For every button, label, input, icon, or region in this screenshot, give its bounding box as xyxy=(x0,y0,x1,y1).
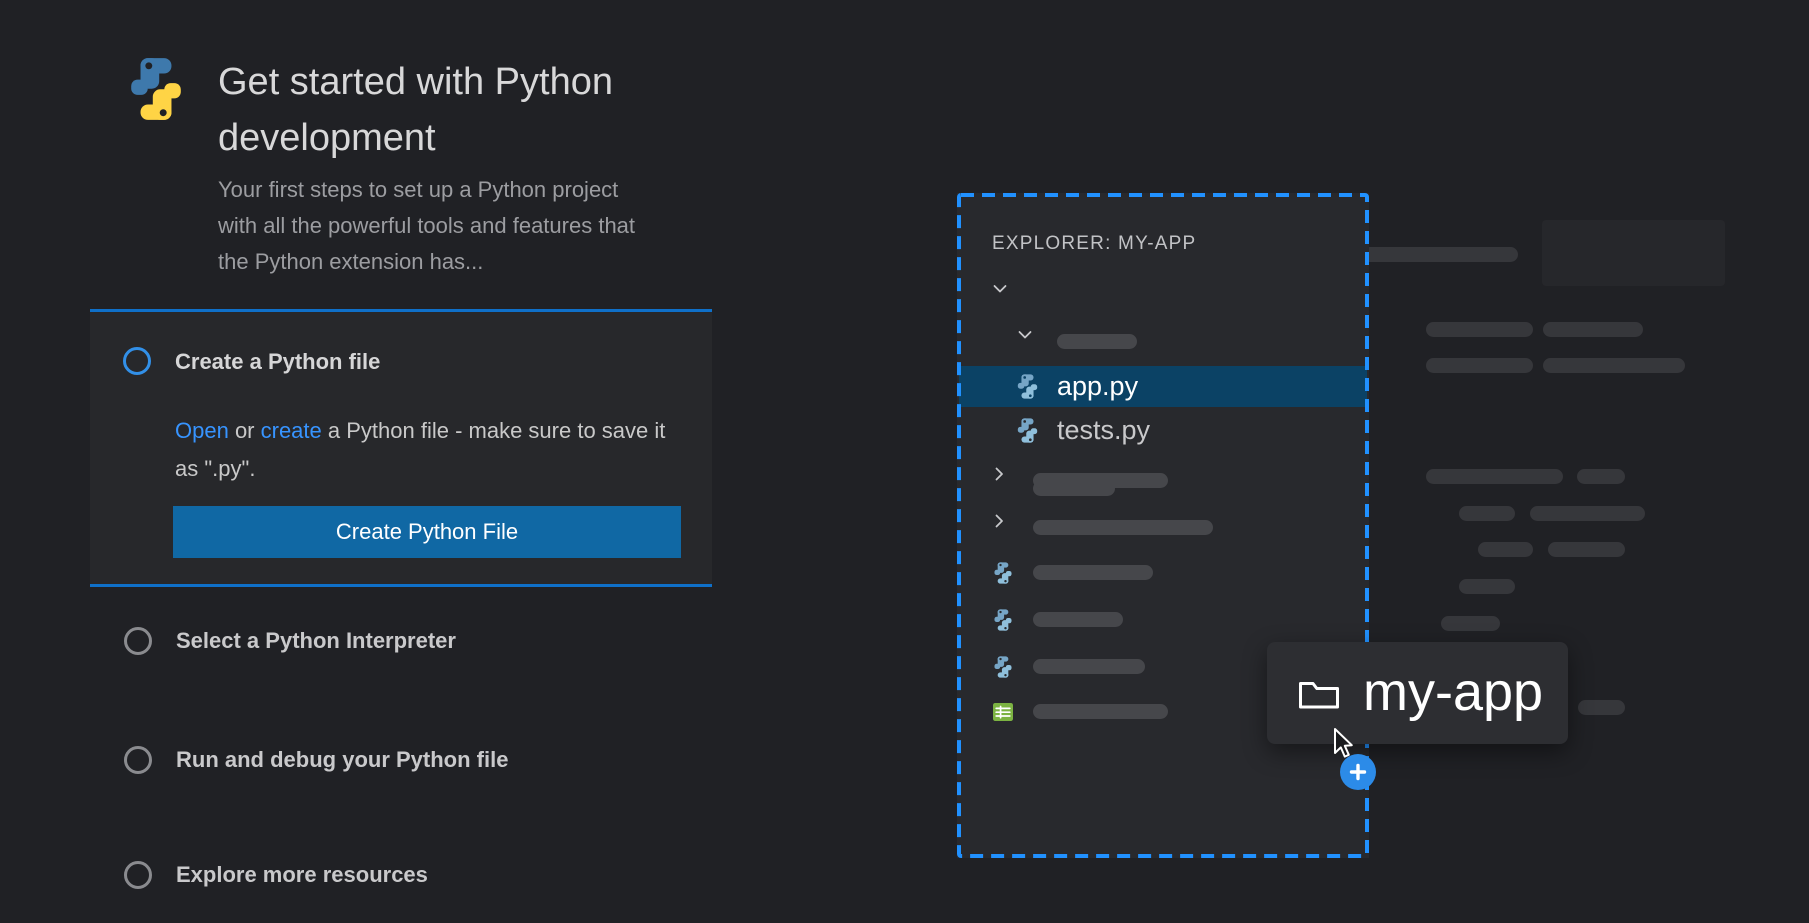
skeleton-bar xyxy=(1478,542,1533,557)
description-text: or xyxy=(229,418,261,443)
skeleton-bar xyxy=(1426,322,1533,337)
step-run-and-debug[interactable]: Run and debug your Python file xyxy=(124,746,508,774)
python-walkthrough-screen: Get started with Python development Your… xyxy=(0,0,1809,923)
step-radio xyxy=(124,627,152,655)
chevron-right-icon xyxy=(989,464,1009,484)
step-select-interpreter[interactable]: Select a Python Interpreter xyxy=(124,627,456,655)
explorer-header: EXPLORER: MY-APP xyxy=(992,233,1196,255)
skeleton-bar xyxy=(1033,473,1168,488)
skeleton-bar xyxy=(1057,334,1137,349)
skeleton-bar xyxy=(1033,659,1145,674)
open-link[interactable]: Open xyxy=(175,418,229,443)
step-create-python-file: Create a Python file Open or create a Py… xyxy=(90,309,712,587)
file-tests-py: tests.py xyxy=(1057,410,1150,451)
step-label: Run and debug your Python file xyxy=(176,747,508,773)
skeleton-block xyxy=(1542,220,1725,286)
explorer-panel: EXPLORER: MY-APP app.py tests.py xyxy=(957,193,1369,858)
step-explore-resources[interactable]: Explore more resources xyxy=(124,861,428,889)
skeleton-bar xyxy=(1441,616,1500,631)
python-file-icon xyxy=(1015,418,1040,443)
step-radio xyxy=(124,861,152,889)
skeleton-bar xyxy=(1459,579,1515,594)
create-link[interactable]: create xyxy=(261,418,322,443)
skeleton-bar xyxy=(1543,322,1643,337)
skeleton-bar xyxy=(1426,358,1533,373)
drag-tooltip-label: my-app xyxy=(1363,642,1543,744)
folder-icon xyxy=(1297,676,1341,712)
skeleton-bar xyxy=(1033,704,1168,719)
python-file-icon xyxy=(992,609,1014,631)
skeleton-bar xyxy=(1033,520,1213,535)
skeleton-bar xyxy=(1577,469,1625,484)
arrow-cursor-icon xyxy=(1332,727,1358,761)
step-radio xyxy=(124,746,152,774)
file-app-py: app.py xyxy=(1057,366,1138,407)
drag-tooltip: my-app xyxy=(1267,642,1568,744)
table-file-icon xyxy=(992,701,1014,723)
python-file-icon xyxy=(1015,374,1040,399)
chevron-down-icon xyxy=(1015,325,1035,345)
python-logo-icon xyxy=(124,56,188,122)
python-file-icon xyxy=(992,562,1014,584)
skeleton-bar xyxy=(1578,700,1625,715)
create-python-file-button[interactable]: Create Python File xyxy=(173,506,681,558)
step-description: Open or create a Python file - make sure… xyxy=(175,412,683,488)
step-label: Explore more resources xyxy=(176,862,428,888)
skeleton-bar xyxy=(1426,469,1563,484)
python-file-icon xyxy=(992,656,1014,678)
step-label: Select a Python Interpreter xyxy=(176,628,456,654)
skeleton-bar xyxy=(1543,358,1685,373)
skeleton-bar xyxy=(1033,612,1123,627)
skeleton-bar xyxy=(1548,542,1625,557)
chevron-right-icon xyxy=(989,511,1009,531)
skeleton-bar xyxy=(1459,506,1515,521)
skeleton-bar xyxy=(1530,506,1645,521)
chevron-down-icon xyxy=(990,279,1010,299)
step-radio-selected[interactable] xyxy=(123,347,151,375)
walkthrough-subtitle: Your first steps to set up a Python proj… xyxy=(218,172,660,280)
skeleton-bar xyxy=(1033,565,1153,580)
walkthrough-title: Get started with Python development xyxy=(218,54,688,166)
step-label[interactable]: Create a Python file xyxy=(175,349,380,375)
